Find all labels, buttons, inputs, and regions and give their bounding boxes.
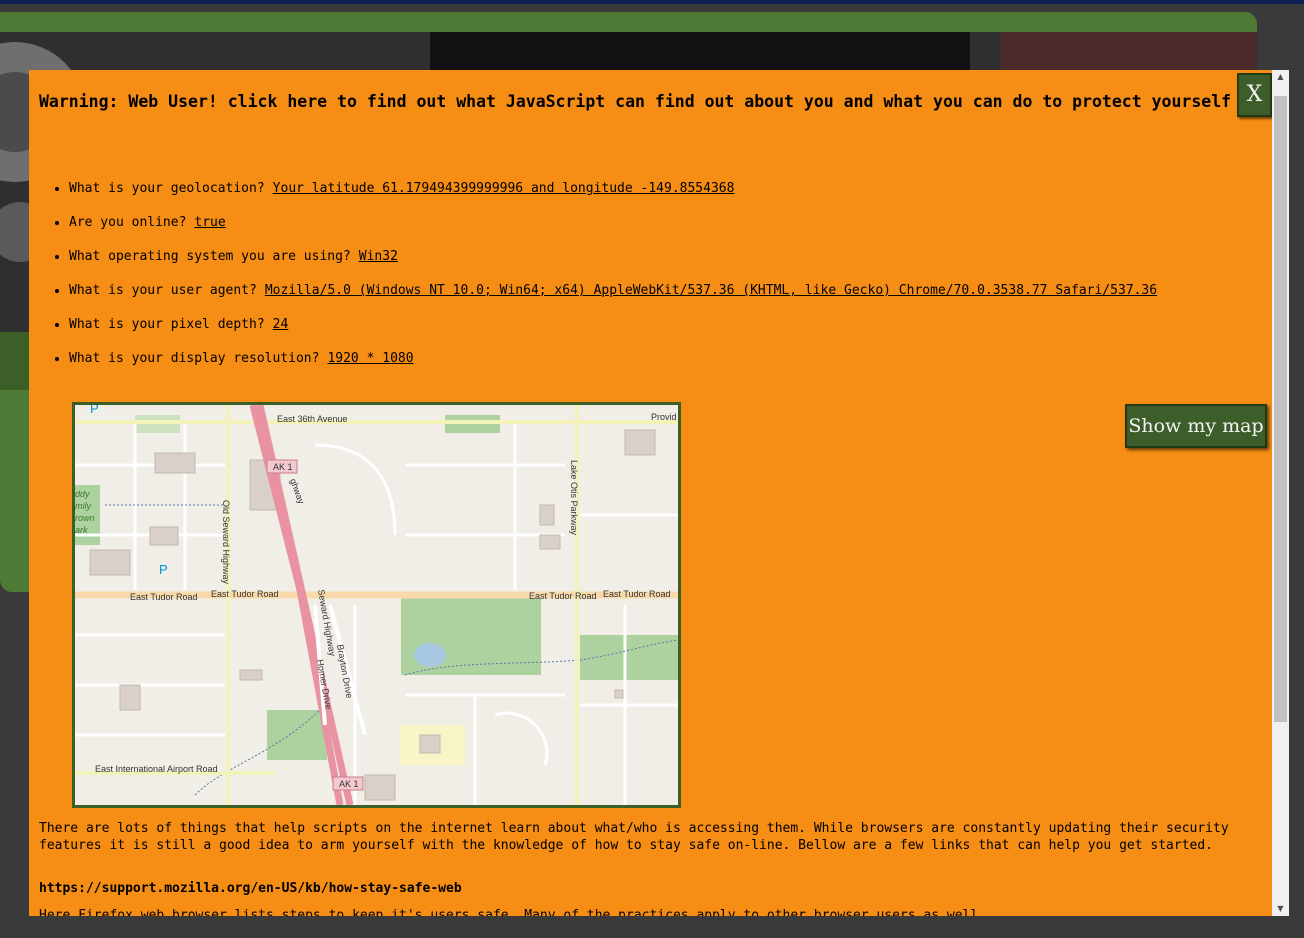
map-label-east-36th: East 36th Avenue xyxy=(277,414,347,424)
mozilla-safety-link[interactable]: https://support.mozilla.org/en-US/kb/how… xyxy=(39,881,462,896)
list-item: What is your geolocation? Your latitude 6… xyxy=(69,174,1157,208)
modal-scrollbar[interactable]: ▲ ▼ xyxy=(1272,70,1289,916)
location-map[interactable]: East 36th Avenue Provid AK 1 ghway Old S… xyxy=(72,402,681,808)
close-button[interactable]: X xyxy=(1237,73,1272,117)
show-map-button[interactable]: Show my map xyxy=(1125,404,1267,448)
map-label-provid: Provid xyxy=(651,412,677,422)
warning-modal: Warning: Web User! click here to find ou… xyxy=(29,70,1272,916)
list-item: Are you online? true xyxy=(69,208,1157,242)
park-area xyxy=(267,710,327,760)
top-accent-bar xyxy=(0,0,1304,4)
resolution-value-link[interactable]: 1920 * 1080 xyxy=(327,351,413,366)
map-label-tudor: East Tudor Road xyxy=(211,589,279,599)
info-label: What is your pixel depth? xyxy=(69,317,265,332)
pixel-depth-value-link[interactable]: 24 xyxy=(273,317,289,332)
scrollbar-thumb[interactable] xyxy=(1274,96,1287,722)
parking-icon: P xyxy=(90,405,99,416)
map-label-highway-top: ghway xyxy=(288,477,306,505)
list-item: What is your display resolution? 1920 * 1… xyxy=(69,344,1157,378)
info-label: Are you online? xyxy=(69,215,187,230)
map-label-park: rown xyxy=(75,513,95,523)
map-label-lake-otis: Lake Otis Parkway xyxy=(569,460,579,536)
link-description: Here Firefox web browser lists steps to … xyxy=(39,908,987,916)
map-label-intl-airport: East International Airport Road xyxy=(95,764,218,774)
scroll-up-arrow-icon[interactable]: ▲ xyxy=(1272,70,1289,84)
pond xyxy=(414,643,446,667)
minor-streets xyxy=(75,420,678,805)
info-label: What is your display resolution? xyxy=(69,351,320,366)
list-item: What is your user agent? Mozilla/5.0 (Win… xyxy=(69,276,1157,310)
info-label: What operating system you are using? xyxy=(69,249,351,264)
scroll-down-arrow-icon[interactable]: ▼ xyxy=(1272,902,1289,916)
info-paragraph: There are lots of things that help scrip… xyxy=(39,821,1229,853)
map-label-ak1-top: AK 1 xyxy=(273,462,293,472)
os-value-link[interactable]: Win32 xyxy=(359,249,398,264)
map-label-park: mily xyxy=(75,501,91,511)
info-label: What is your geolocation? xyxy=(69,181,265,196)
map-label-park: ark xyxy=(75,525,88,535)
map-label-tudor: East Tudor Road xyxy=(603,589,671,599)
online-value-link[interactable]: true xyxy=(194,215,225,230)
map-label-ak1-bottom: AK 1 xyxy=(339,779,359,789)
list-item: What operating system you are using? Win3… xyxy=(69,242,1157,276)
warning-title-link[interactable]: Warning: Web User! click here to find ou… xyxy=(39,92,1231,111)
map-label-old-seward: Old Seward Highway xyxy=(221,500,231,585)
parking-icon: P xyxy=(159,562,168,577)
map-label-brayton: Brayton Drive xyxy=(335,644,354,699)
map-label-tudor: East Tudor Road xyxy=(130,592,198,602)
info-list: What is your geolocation? Your latitude 6… xyxy=(39,174,1157,378)
map-label-tudor: East Tudor Road xyxy=(529,591,597,601)
list-item: What is your pixel depth? 24 xyxy=(69,310,1157,344)
map-label-park: ddy xyxy=(75,489,90,499)
geolocation-value-link[interactable]: Your latitude 61.179494399999996 and lon… xyxy=(273,181,735,196)
user-agent-value-link[interactable]: Mozilla/5.0 (Windows NT 10.0; Win64; x64… xyxy=(265,283,1157,298)
info-label: What is your user agent? xyxy=(69,283,257,298)
park-area xyxy=(580,635,678,680)
